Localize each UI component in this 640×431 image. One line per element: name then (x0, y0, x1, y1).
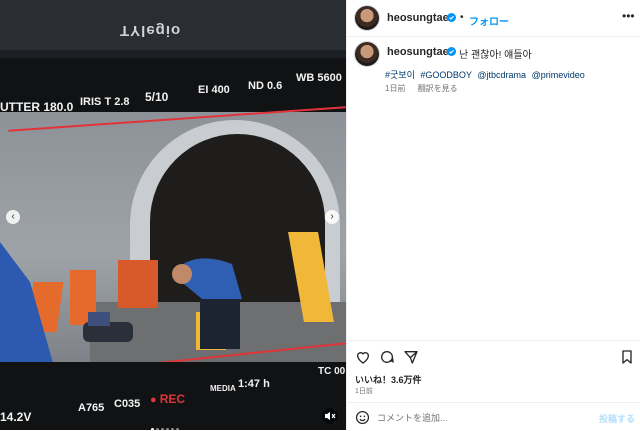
post-comment-button[interactable]: 投稿する (599, 412, 635, 425)
hud-wb: WB 5600 (296, 72, 342, 84)
share-paper-plane-icon[interactable] (403, 349, 419, 365)
follow-button[interactable]: フォロー (469, 13, 509, 28)
header-username[interactable]: heosungtae (387, 12, 449, 24)
video-frame (0, 112, 346, 370)
like-count[interactable]: いいね！3.6万件 (355, 373, 422, 386)
stretcher (83, 312, 133, 342)
post-header: heosungtae • フォロー ••• (347, 0, 640, 37)
caption-hashtags: #굿보이 #GOODBOY @jtbcdrama @primevideo (385, 68, 588, 81)
caption-time[interactable]: 1日前 (385, 84, 405, 93)
post-actions (347, 340, 640, 371)
hud-rec-label: REC (159, 392, 186, 406)
hud-nd: ND 0.6 (248, 80, 283, 92)
hud-media-time: 1:47 h (238, 378, 270, 390)
hashtag-link[interactable]: #굿보이 (385, 70, 415, 80)
post-media[interactable]: TYlegio UTTER 180.0 IRIS T 2.8 5/10 EI 4… (0, 0, 346, 430)
crew-member-figure (172, 258, 242, 349)
post-details-panel: heosungtae • フォロー ••• heosungtae 난 괜찮아! … (346, 0, 640, 430)
mention-link[interactable]: @primevideo (532, 70, 585, 80)
see-translation-button[interactable]: 翻訳を見る (418, 84, 458, 93)
caption-text: 난 괜찮아! 얘들아 (459, 50, 532, 61)
post-date[interactable]: 1日前 (355, 386, 373, 396)
hud-voltage: 14.2V (0, 410, 32, 424)
caption-avatar[interactable] (355, 42, 379, 66)
header-separator: • (460, 12, 464, 23)
emoji-smiley-icon[interactable] (355, 410, 370, 425)
caption-username[interactable]: heosungtae (387, 46, 449, 58)
comment-input[interactable] (377, 411, 587, 425)
comment-bar: 投稿する (347, 402, 640, 431)
hud-ei: EI 400 (198, 84, 230, 96)
hud-iris: IRIS T 2.8 (80, 96, 130, 108)
mute-button[interactable] (322, 408, 338, 424)
hud-timecode: TC 00 (318, 366, 346, 377)
like-heart-icon[interactable] (355, 349, 371, 365)
hud-media-label: MEDIA (210, 384, 236, 393)
barrier-left-3 (118, 260, 158, 308)
carousel-prev-button[interactable]: ‹ (6, 210, 20, 224)
chevron-left-icon: ‹ (11, 211, 15, 222)
avatar[interactable] (355, 6, 379, 30)
hud-rec: ● REC (150, 392, 186, 406)
caption-meta: 1日前 翻訳を見る (385, 83, 468, 94)
muted-speaker-icon (325, 412, 336, 420)
carousel-indicator (150, 418, 180, 430)
verified-badge-icon (447, 13, 456, 22)
foreground-person (0, 242, 55, 370)
save-bookmark-icon[interactable] (619, 349, 635, 365)
more-options-icon[interactable]: ••• (622, 9, 635, 23)
mention-link[interactable]: @jtbcdrama (477, 70, 526, 80)
monitor-top-bezel: TYlegio (0, 0, 346, 50)
hashtag-link[interactable]: #GOODBOY (420, 70, 472, 80)
chevron-right-icon: › (330, 211, 334, 222)
monitor-brand-text: TYlegio (120, 22, 182, 39)
comment-bubble-icon[interactable] (379, 349, 395, 365)
carousel-next-button[interactable]: › (325, 210, 339, 224)
hud-clip: C035 (114, 398, 141, 410)
hud-fraction: 5/10 (145, 90, 169, 104)
hud-lens: A765 (78, 402, 105, 414)
caption-verified-badge-icon (447, 47, 456, 56)
